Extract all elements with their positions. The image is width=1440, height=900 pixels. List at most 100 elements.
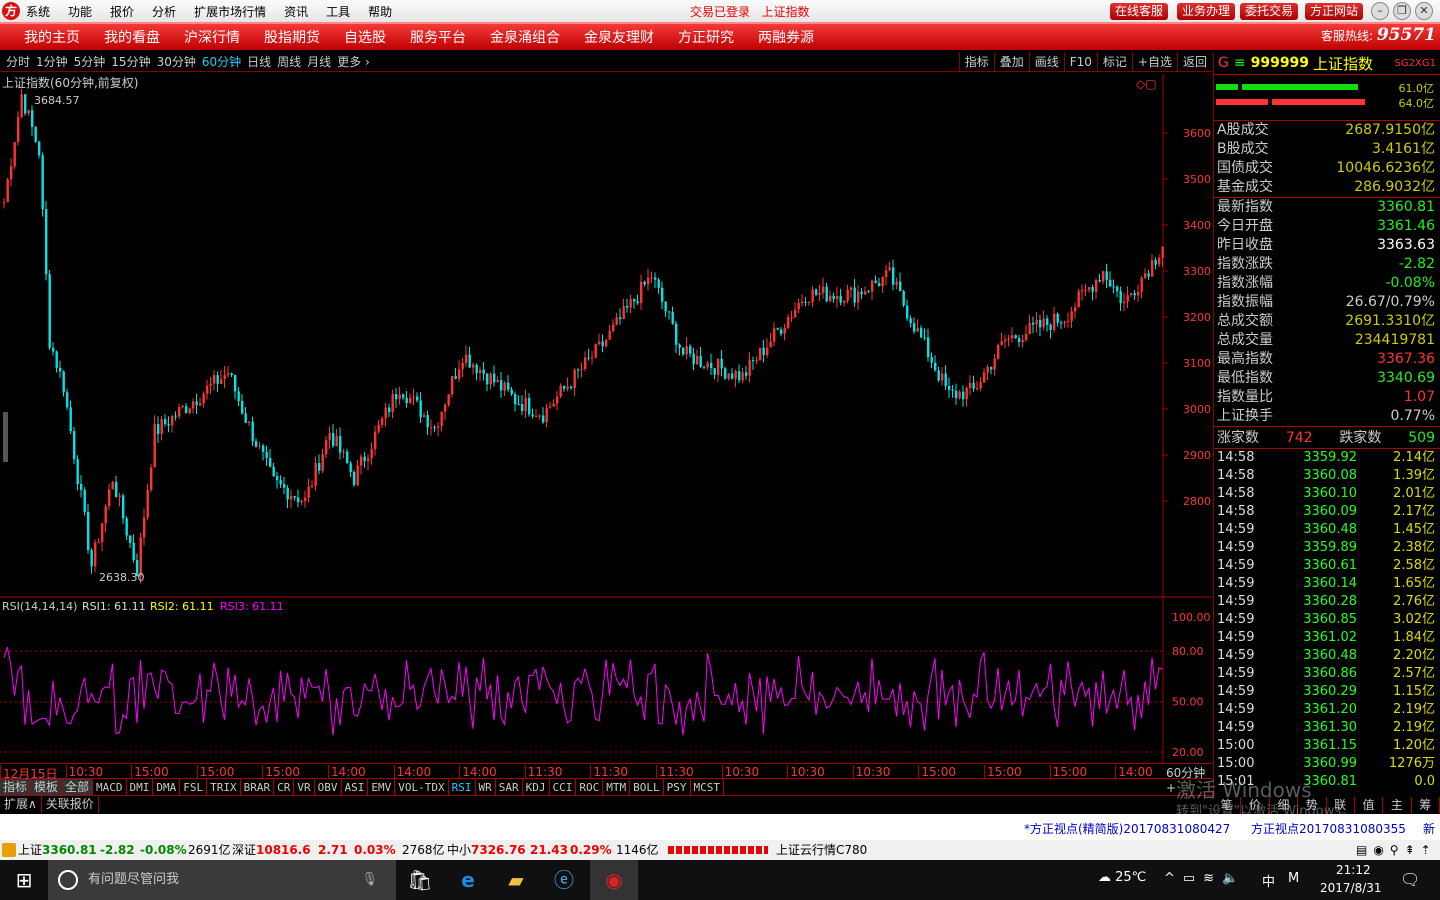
tool-button[interactable]: +自选	[1131, 52, 1177, 72]
indicator-tab[interactable]: MCST	[691, 779, 725, 795]
indicator-tab[interactable]: WR	[476, 779, 496, 795]
news-link[interactable]: 方正视点20170831080355	[1251, 820, 1406, 837]
chart-options-icon[interactable]: ◇▢	[1136, 77, 1157, 91]
indicator-tab[interactable]: SAR	[496, 779, 523, 795]
indicator-tab[interactable]: ROC	[576, 779, 604, 795]
nav-item[interactable]: 自选股	[344, 27, 386, 47]
nav-item[interactable]: 我的看盘	[104, 27, 160, 47]
period-tab[interactable]: 月线	[307, 53, 331, 70]
mic-icon[interactable]: 🎙	[361, 860, 378, 900]
tool-button[interactable]: 返回	[1176, 52, 1212, 72]
tool-button[interactable]: 叠加	[993, 52, 1029, 72]
nav-item[interactable]: 我的主页	[24, 27, 80, 47]
menu-icon[interactable]: ≡	[1234, 55, 1246, 71]
tool-button[interactable]: 画线	[1028, 52, 1064, 72]
indicator-tab[interactable]: CR	[274, 779, 295, 795]
business-button[interactable]: 业务办理	[1177, 3, 1236, 20]
nav-item[interactable]: 金泉涌组合	[490, 27, 560, 47]
website-button[interactable]: 方正网站	[1305, 3, 1364, 20]
indicator-tab[interactable]: MTM	[603, 779, 631, 795]
indicator-tab[interactable]: FSL	[180, 779, 208, 795]
indicator-tab[interactable]: 指标	[0, 779, 32, 795]
menu-item[interactable]: 分析	[152, 5, 176, 19]
indicator-tab[interactable]: OBV	[315, 779, 342, 795]
nav-item[interactable]: 金泉友理财	[584, 27, 654, 47]
nav-item[interactable]: 方正研究	[678, 27, 734, 47]
period-tab[interactable]: 5分钟	[74, 53, 106, 70]
trade-button[interactable]: 委托交易	[1240, 3, 1299, 20]
tool-button[interactable]: 标记	[1096, 52, 1132, 72]
fangzheng-app-icon[interactable]: ◉	[590, 860, 638, 900]
clock-time[interactable]: 21:12	[1336, 863, 1371, 877]
clock-date[interactable]: 2017/8/31	[1320, 881, 1382, 895]
period-tab[interactable]: 更多 ›	[337, 53, 370, 70]
indicator-tab[interactable]: BRAR	[241, 779, 275, 795]
indicator-tab[interactable]: DMA	[153, 779, 181, 795]
indicator-tab[interactable]: 全部	[62, 779, 94, 795]
close-icon[interactable]: ✕	[1415, 2, 1433, 20]
windows-start-icon[interactable]: ⊞	[0, 860, 48, 900]
menu-item[interactable]: 系统	[26, 5, 50, 19]
store-icon[interactable]: 🛍	[396, 860, 444, 900]
indicator-tab[interactable]: BOLL	[630, 779, 664, 795]
indicator-tab[interactable]: DMI	[127, 779, 154, 795]
indicator-tab[interactable]: ASI	[342, 779, 369, 795]
menu-item[interactable]: 帮助	[368, 5, 392, 19]
scroll-handle[interactable]	[3, 412, 8, 462]
indicator-tab[interactable]: KDJ	[523, 779, 550, 795]
menu-item[interactable]: 报价	[110, 5, 134, 19]
edge-icon[interactable]: e	[444, 860, 492, 900]
add-indicator-button[interactable]: +	[1166, 781, 1176, 795]
candle	[797, 303, 800, 310]
minimize-icon[interactable]: –	[1371, 2, 1389, 20]
tick-list[interactable]: 14:58 3359.92 2.14亿 14:58 3360.08 1.39亿 14:58 3…	[1214, 448, 1440, 791]
panel-tab[interactable]: 主	[1383, 797, 1412, 814]
cortana-search[interactable]: 有问题尽管问我 🎙	[48, 860, 396, 900]
nav-item[interactable]: 两融券源	[758, 27, 814, 47]
indicator-tab[interactable]: CCI	[550, 779, 577, 795]
indicator-tab[interactable]: VOL-TDX	[395, 779, 449, 795]
expand-tab[interactable]: 扩展∧	[0, 796, 42, 813]
kline-chart[interactable]: 3600 3500 3400 3300 3200 3100 3000 2900 2800 100.…	[0, 74, 1212, 764]
indicator-tab[interactable]: VR	[294, 779, 315, 795]
online-service-button[interactable]: 在线客服	[1110, 3, 1169, 20]
menu-item[interactable]: 功能	[68, 5, 92, 19]
ime-indicator[interactable]: 中	[1262, 871, 1275, 890]
status-icon[interactable]	[2, 843, 16, 857]
period-tab[interactable]: 分时	[6, 53, 30, 70]
menu-item[interactable]: 工具	[326, 5, 350, 19]
indicator-tab[interactable]: MACD	[93, 779, 127, 795]
period-tab[interactable]: 1分钟	[36, 53, 68, 70]
menu-item[interactable]: 扩展市场行情	[194, 5, 266, 19]
news-link[interactable]: *方正视点(精简版)20170831080427	[1024, 820, 1230, 837]
ime-mode-icon[interactable]: M	[1288, 871, 1299, 886]
explorer-icon[interactable]: ▰	[492, 860, 540, 900]
expand-tab[interactable]: 关联报价	[42, 796, 99, 813]
tool-button[interactable]: 指标	[958, 52, 994, 72]
period-tab[interactable]: 周线	[277, 53, 301, 70]
panel-tab[interactable]: 筹	[1412, 797, 1440, 814]
app-logo-icon[interactable]: 方	[2, 2, 20, 20]
tray-icons[interactable]: ^▭≋🔈	[1164, 871, 1246, 886]
nav-item[interactable]: 服务平台	[410, 27, 466, 47]
news-link[interactable]: 新	[1423, 820, 1435, 837]
period-tab[interactable]: 30分钟	[157, 53, 196, 70]
period-tab[interactable]: 15分钟	[111, 53, 150, 70]
panel-tab[interactable]: 值	[1355, 797, 1384, 814]
indicator-tab[interactable]: 模板	[31, 779, 63, 795]
period-tab[interactable]: 60分钟	[202, 53, 241, 70]
tool-button[interactable]: F10	[1063, 52, 1097, 72]
nav-item[interactable]: 股指期货	[264, 27, 320, 47]
menu-item[interactable]: 资讯	[284, 5, 308, 19]
nav-item[interactable]: 沪深行情	[184, 27, 240, 47]
period-tab[interactable]: 日线	[247, 53, 271, 70]
indicator-tab[interactable]: TRIX	[207, 779, 241, 795]
restore-icon[interactable]: ❐	[1393, 2, 1411, 20]
ie-icon[interactable]: ⓔ	[540, 860, 588, 900]
notification-icon[interactable]: 🗨	[1400, 870, 1420, 889]
tray-icons[interactable]: ▤◉⚲⇞⇡	[1356, 840, 1437, 860]
indicator-tab[interactable]: RSI	[449, 779, 476, 795]
indicator-tab[interactable]: PSY	[664, 779, 691, 795]
indicator-tab[interactable]: EMV	[368, 779, 396, 795]
weather[interactable]: ☁ 25℃	[1098, 870, 1146, 885]
